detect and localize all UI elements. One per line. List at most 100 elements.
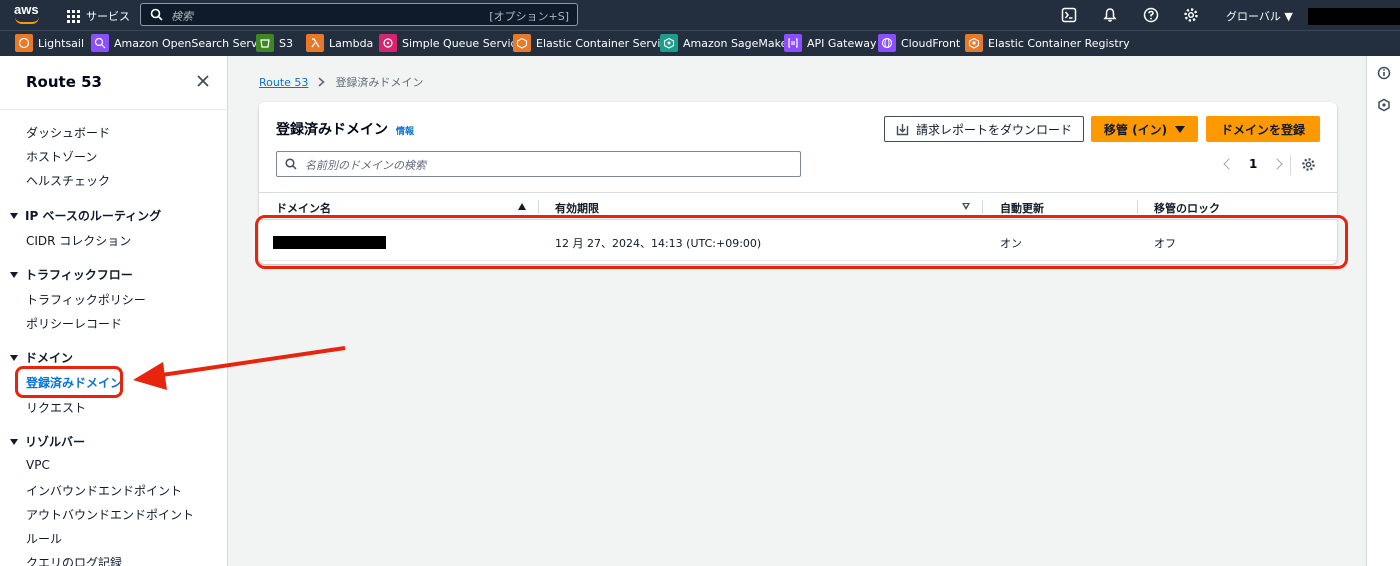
favorite-ecs[interactable]: Elastic Container Service	[513, 34, 673, 52]
favorite-label: API Gateway	[807, 36, 877, 50]
favorite-label: Simple Queue Service	[402, 36, 524, 50]
column-header-transfer-lock[interactable]: 移管のロック	[1154, 200, 1220, 216]
sidebar-title[interactable]: Route 53	[26, 73, 102, 91]
transfer-in-dropdown-button[interactable]: 移管 (イン)	[1091, 116, 1198, 142]
sidebar-item-rules[interactable]: ルール	[26, 530, 62, 547]
favorite-cloudfront[interactable]: CloudFront	[878, 34, 960, 52]
chevron-left-icon[interactable]	[1223, 158, 1235, 170]
page-title: 登録済みドメイン 情報	[276, 119, 414, 139]
cloudshell-icon[interactable]	[1061, 7, 1077, 23]
download-icon	[896, 123, 909, 135]
lambda-icon	[306, 34, 324, 52]
favorite-sqs[interactable]: Simple Queue Service	[379, 34, 523, 52]
breadcrumb: Route 53 登録済みドメイン	[259, 74, 423, 90]
grid-icon	[67, 9, 80, 23]
sidebar-section-traffic-flow[interactable]: トラフィックフロー	[10, 266, 133, 283]
section-label: IP ベースのルーティング	[25, 209, 162, 223]
side-navigation: Route 53 ダッシュボード ホストゾーン ヘルスチェック IP ベースのル…	[0, 56, 228, 566]
ecr-icon	[965, 34, 983, 52]
sidebar-item-outbound-endpoints[interactable]: アウトバウンドエンドポイント	[26, 506, 194, 523]
aws-logo-text: aws	[14, 2, 39, 17]
download-billing-report-button[interactable]: 請求レポートをダウンロード	[884, 116, 1084, 142]
sidebar-item-health-checks[interactable]: ヘルスチェック	[26, 172, 110, 189]
section-label: トラフィックフロー	[25, 268, 133, 282]
aws-logo[interactable]: aws	[14, 2, 42, 26]
sqs-icon	[379, 34, 397, 52]
api-gateway-icon	[784, 34, 802, 52]
sidebar-item-inbound-endpoints[interactable]: インバウンドエンドポイント	[26, 482, 182, 499]
column-header-auto-renew[interactable]: 自動更新	[1000, 200, 1044, 216]
column-divider	[538, 200, 539, 214]
register-button-label: ドメインを登録	[1220, 122, 1305, 137]
sidebar-section-domains[interactable]: ドメイン	[10, 349, 73, 366]
breadcrumb-root-link[interactable]: Route 53	[259, 76, 308, 89]
section-label: ドメイン	[25, 351, 74, 365]
region-selector[interactable]: グローバル ▼	[1226, 8, 1293, 24]
sidebar-item-cidr[interactable]: CIDR コレクション	[26, 232, 131, 249]
panel-title-text: 登録済みドメイン	[276, 122, 388, 138]
highlight-outline	[15, 366, 123, 398]
sidebar-item-dashboard[interactable]: ダッシュボード	[26, 124, 110, 141]
favorite-label: Amazon SageMaker	[683, 36, 792, 50]
search-placeholder: 検索	[171, 10, 193, 23]
register-domain-button[interactable]: ドメインを登録	[1206, 116, 1320, 142]
sidebar-item-requests[interactable]: リクエスト	[26, 399, 86, 416]
settings-gear-icon[interactable]	[1183, 7, 1199, 23]
chevron-right-icon	[318, 77, 326, 87]
filter-placeholder: 名前別のドメインの検索	[305, 159, 426, 172]
sort-ascending-icon[interactable]	[518, 203, 526, 210]
pager-divider	[1290, 155, 1291, 175]
domain-filter-input[interactable]: 名前別のドメインの検索	[276, 151, 801, 177]
favorite-api-gateway[interactable]: API Gateway	[784, 34, 877, 52]
services-label: サービス	[86, 10, 130, 23]
favorite-label: CloudFront	[901, 36, 961, 50]
sidebar-item-traffic-policy[interactable]: トラフィックポリシー	[26, 291, 146, 308]
close-icon[interactable]	[196, 74, 210, 88]
sort-icon-inner	[964, 204, 968, 207]
transfer-button-label: 移管 (イン)	[1103, 122, 1168, 137]
bell-icon[interactable]	[1102, 7, 1118, 23]
global-search-input[interactable]: 検索 [オプション+S]	[140, 3, 578, 26]
right-utility-rail	[1366, 56, 1400, 566]
chevron-right-icon[interactable]	[1271, 158, 1284, 170]
help-icon[interactable]	[1143, 7, 1159, 23]
pagination: 1	[1223, 157, 1284, 171]
sidebar-item-query-logging[interactable]: クエリのログ記録	[26, 554, 122, 566]
favorite-opensearch[interactable]: Amazon OpenSearch Service	[91, 34, 273, 52]
sidebar-item-hosted-zones[interactable]: ホストゾーン	[26, 148, 97, 165]
sidebar-item-policy-records[interactable]: ポリシーレコード	[26, 315, 122, 332]
info-link[interactable]: 情報	[396, 124, 414, 137]
sidebar-section-resolver[interactable]: リゾルバー	[10, 433, 85, 450]
favorite-label: S3	[279, 36, 293, 50]
favorite-ecr[interactable]: Elastic Container Registry	[965, 34, 1130, 52]
caret-down-icon	[10, 354, 18, 361]
favorite-label: Elastic Container Service	[536, 36, 674, 50]
favorite-lambda[interactable]: Lambda	[306, 34, 373, 52]
favorite-label: Lightsail	[38, 36, 85, 50]
favorite-s3[interactable]: S3	[256, 34, 293, 52]
lightsail-icon	[15, 34, 33, 52]
services-menu-button[interactable]: サービス	[67, 8, 130, 24]
favorite-lightsail[interactable]: Lightsail	[15, 34, 84, 52]
page-number[interactable]: 1	[1249, 157, 1257, 171]
sidebar-item-vpc[interactable]: VPC	[26, 458, 50, 472]
favorite-sagemaker[interactable]: Amazon SageMaker	[660, 34, 792, 52]
s3-icon	[256, 34, 274, 52]
account-menu-redacted[interactable]	[1308, 8, 1400, 25]
top-navigation: aws サービス 検索 [オプション+S] グローバル ▼	[0, 0, 1400, 30]
feedback-icon[interactable]	[1377, 98, 1391, 112]
preferences-gear-icon[interactable]	[1301, 157, 1316, 172]
sidebar-divider	[0, 109, 227, 110]
search-icon	[150, 8, 163, 21]
info-icon[interactable]	[1377, 66, 1391, 80]
column-divider	[1137, 200, 1138, 214]
favorite-label: Amazon OpenSearch Service	[114, 36, 274, 50]
highlight-outline	[255, 215, 1348, 269]
column-header-expiry[interactable]: 有効期限	[555, 200, 599, 216]
caret-down-icon	[1175, 125, 1186, 133]
column-divider	[982, 200, 983, 214]
column-header-domain[interactable]: ドメイン名	[276, 200, 331, 216]
download-button-label: 請求レポートをダウンロード	[915, 122, 1072, 137]
ecs-icon	[513, 34, 531, 52]
sidebar-section-ip-routing[interactable]: IP ベースのルーティング	[10, 207, 161, 224]
